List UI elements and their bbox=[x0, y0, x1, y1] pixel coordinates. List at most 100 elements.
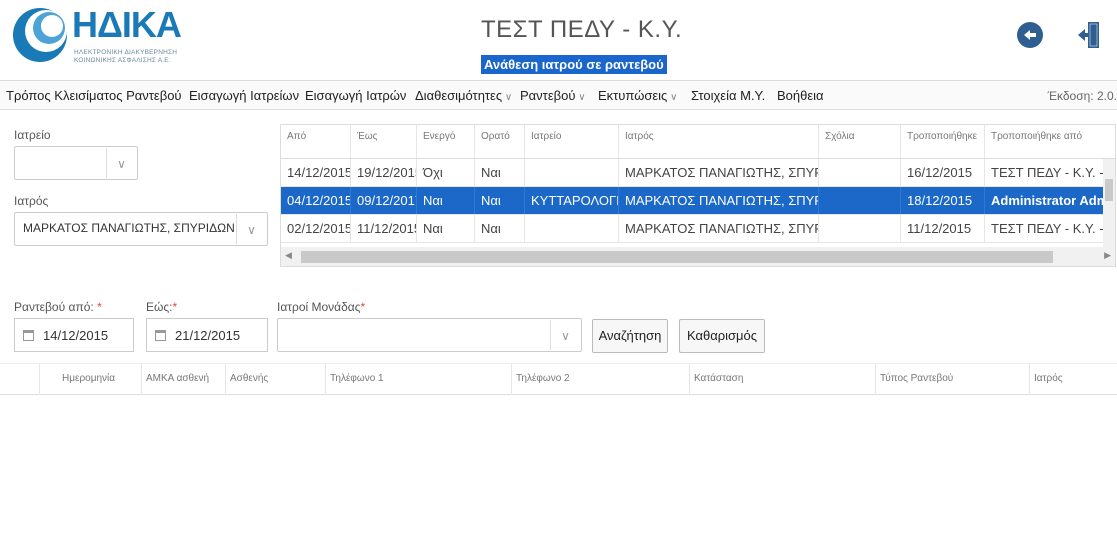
nav-item-appointments[interactable]: Ραντεβού bbox=[520, 88, 586, 103]
column-header[interactable]: Ιατρός bbox=[1030, 364, 1117, 395]
column-header[interactable]: Ιατρός bbox=[619, 125, 819, 158]
column-header[interactable]: Τροποποιήθηκε bbox=[901, 125, 985, 158]
nav-item-help[interactable]: Βοήθεια bbox=[777, 88, 824, 103]
to-date-label: Εώς:* bbox=[146, 300, 177, 314]
from-date-value: 14/12/2015 bbox=[43, 328, 109, 343]
column-header[interactable]: Τηλέφωνο 2 bbox=[512, 364, 690, 395]
nav-item-printouts[interactable]: Εκτυπώσεις bbox=[598, 88, 677, 103]
horizontal-scrollbar[interactable]: ◀ ▶ bbox=[281, 247, 1115, 266]
table-row[interactable]: 14/12/2015 19/12/2015 Όχι Ναι ΜΑΡΚΑΤΟΣ Π… bbox=[281, 159, 1115, 187]
to-date-value: 21/12/2015 bbox=[175, 328, 241, 343]
logo-mark-icon bbox=[13, 8, 67, 62]
doctor-select[interactable]: ΜΑΡΚΑΤΟΣ ΠΑΝΑΓΙΩΤΗΣ, ΣΠΥΡΙΔΩΝ 3622 ∨ bbox=[14, 212, 268, 246]
cell-modified: 11/12/2015 bbox=[901, 215, 985, 242]
from-date-field[interactable]: 14/12/2015 bbox=[14, 318, 134, 352]
required-mark: * bbox=[360, 300, 366, 314]
table-row-selected[interactable]: 04/12/2015 09/12/2017 Ναι Ναι ΚΥΤΤΑΡΟΛΟΓ… bbox=[281, 187, 1115, 215]
column-header[interactable]: ΑΜΚΑ ασθενή bbox=[142, 364, 226, 395]
cell-modified-by: Administrator Adminis bbox=[991, 193, 1105, 208]
to-date-field[interactable]: 21/12/2015 bbox=[146, 318, 268, 352]
cell-from: 02/12/2015 bbox=[281, 215, 351, 242]
column-header[interactable]: Τύπος Ραντεβού bbox=[876, 364, 1030, 395]
cell-modified: 16/12/2015 bbox=[901, 159, 985, 186]
chevron-down-icon: ∨ bbox=[236, 214, 266, 244]
cell-clinic bbox=[525, 215, 619, 242]
exit-door-icon[interactable] bbox=[1077, 21, 1101, 49]
cell-active: Ναι bbox=[417, 215, 475, 242]
column-header[interactable]: Σχόλια bbox=[819, 125, 901, 158]
column-header[interactable]: Ορατό bbox=[475, 125, 525, 158]
scroll-left-icon[interactable]: ◀ bbox=[285, 250, 292, 261]
cell-comments bbox=[819, 187, 901, 214]
scrollbar-thumb[interactable] bbox=[301, 251, 1053, 263]
calendar-icon bbox=[155, 330, 166, 341]
column-header[interactable]: Από bbox=[281, 125, 351, 158]
app-version: Έκδοση: 2.0. bbox=[1047, 89, 1117, 103]
cell-comments bbox=[819, 215, 901, 242]
cell-active: Όχι bbox=[417, 159, 475, 186]
cell-clinic bbox=[525, 159, 619, 186]
search-button[interactable]: Αναζήτηση bbox=[592, 319, 668, 353]
appointments-grid: Ημερομηνία ΑΜΚΑ ασθενή Ασθενής Τηλέφωνο … bbox=[0, 363, 1117, 395]
cell-from: 14/12/2015 bbox=[281, 159, 351, 186]
scroll-right-icon[interactable]: ▶ bbox=[1104, 250, 1111, 261]
cell-to: 09/12/2017 bbox=[351, 187, 417, 214]
column-header[interactable]: Έως bbox=[351, 125, 417, 158]
cell-doctor: ΜΑΡΚΑΤΟΣ ΠΑΝΑΓΙΩΤΗΣ, ΣΠΥΡΙΔΩΝ bbox=[619, 159, 819, 186]
column-header-spacer bbox=[0, 364, 40, 395]
required-mark: * bbox=[172, 300, 178, 314]
cell-from: 04/12/2015 bbox=[281, 187, 351, 214]
chevron-down-icon: ∨ bbox=[106, 148, 136, 178]
clinic-label: Ιατρείο bbox=[14, 128, 51, 142]
cell-visible: Ναι bbox=[475, 187, 525, 214]
logo-subtitle: ΗΛΕΚΤΡΟΝΙΚΗ ΔΙΑΚΥΒΕΡΝΗΣΗ ΚΟΙΝΩΝΙΚΗΣ ΑΣΦΑ… bbox=[74, 49, 178, 64]
cell-visible: Ναι bbox=[475, 159, 525, 186]
cell-modified-by: ΤΕΣΤ ΠΕΔΥ - Κ.Υ. - bbox=[991, 221, 1104, 236]
column-header[interactable]: Ενεργό bbox=[417, 125, 475, 158]
cell-visible: Ναι bbox=[475, 215, 525, 242]
nav-item-availability[interactable]: Διαθεσιμότητες bbox=[415, 88, 512, 103]
nav-item-unit-info[interactable]: Στοιχεία Μ.Υ. bbox=[691, 88, 765, 103]
column-header[interactable]: Ασθενής bbox=[226, 364, 326, 395]
cell-to: 19/12/2015 bbox=[351, 159, 417, 186]
required-mark: * bbox=[97, 300, 102, 314]
clear-button[interactable]: Καθαρισμός bbox=[679, 319, 765, 353]
main-nav: Τρόπος Κλεισίματος Ραντεβού Εισαγωγή Ιατ… bbox=[0, 80, 1117, 110]
from-date-label-text: Ραντεβού από: bbox=[14, 300, 94, 314]
doctor-label: Ιατρός bbox=[14, 194, 49, 208]
column-header[interactable]: Ημερομηνία bbox=[40, 364, 142, 395]
to-date-label-text: Εώς: bbox=[146, 300, 173, 314]
cell-active: Ναι bbox=[417, 187, 475, 214]
availability-grid: Από Έως Ενεργό Ορατό Ιατρείο Ιατρός Σχόλ… bbox=[280, 124, 1116, 267]
clinic-select[interactable]: ∨ bbox=[14, 146, 138, 180]
nav-item-booking-mode[interactable]: Τρόπος Κλεισίματος Ραντεβού bbox=[6, 88, 182, 103]
unit-doctors-label: Ιατροί Μονάδας* bbox=[277, 300, 365, 314]
column-header[interactable]: Κατάσταση bbox=[690, 364, 876, 395]
logo: ΗΔΙΚΑ ΗΛΕΚΤΡΟΝΙΚΗ ΔΙΑΚΥΒΕΡΝΗΣΗ ΚΟΙΝΩΝΙΚΗ… bbox=[10, 4, 182, 72]
column-header[interactable]: Ιατρείο bbox=[525, 125, 619, 158]
grid-header-row: Από Έως Ενεργό Ορατό Ιατρείο Ιατρός Σχόλ… bbox=[281, 125, 1115, 159]
vertical-scrollbar[interactable] bbox=[1103, 159, 1115, 247]
cell-modified-by: ΤΕΣΤ ΠΕΔΥ - Κ.Υ. - bbox=[991, 165, 1104, 180]
calendar-icon bbox=[23, 330, 34, 341]
table-row[interactable]: 02/12/2015 11/12/2015 Ναι Ναι ΜΑΡΚΑΤΟΣ Π… bbox=[281, 215, 1115, 243]
nav-item-doctors[interactable]: Εισαγωγή Ιατρών bbox=[305, 88, 406, 103]
unit-doctors-label-text: Ιατροί Μονάδας bbox=[277, 300, 361, 314]
from-date-label: Ραντεβού από: * bbox=[14, 300, 102, 314]
cell-doctor: ΜΑΡΚΑΤΟΣ ΠΑΝΑΓΙΩΤΗΣ, ΣΠΥΡΙΔΩΝ bbox=[619, 187, 819, 214]
scrollbar-thumb[interactable] bbox=[1105, 179, 1113, 201]
nav-item-clinics[interactable]: Εισαγωγή Ιατρείων bbox=[189, 88, 299, 103]
page-subtitle: Ανάθεση ιατρού σε ραντεβού bbox=[481, 55, 667, 74]
cell-comments bbox=[819, 159, 901, 186]
unit-doctors-select[interactable]: ∨ bbox=[277, 318, 582, 352]
cell-to: 11/12/2015 bbox=[351, 215, 417, 242]
cell-modified: 18/12/2015 bbox=[901, 187, 985, 214]
cell-doctor: ΜΑΡΚΑΤΟΣ ΠΑΝΑΓΙΩΤΗΣ, ΣΠΥΡΙΔΩΝ bbox=[619, 215, 819, 242]
column-header[interactable]: Τηλέφωνο 1 bbox=[326, 364, 512, 395]
logo-wordmark: ΗΔΙΚΑ bbox=[72, 4, 182, 45]
column-header[interactable]: Τροποποιήθηκε από bbox=[985, 125, 1115, 158]
doctor-select-value: ΜΑΡΚΑΤΟΣ ΠΑΝΑΓΙΩΤΗΣ, ΣΠΥΡΙΔΩΝ 3622 bbox=[23, 221, 235, 235]
help-circle-icon[interactable] bbox=[1017, 22, 1043, 48]
app-header: ΗΔΙΚΑ ΗΛΕΚΤΡΟΝΙΚΗ ΔΙΑΚΥΒΕΡΝΗΣΗ ΚΟΙΝΩΝΙΚΗ… bbox=[0, 0, 1117, 78]
chevron-down-icon: ∨ bbox=[550, 320, 580, 350]
